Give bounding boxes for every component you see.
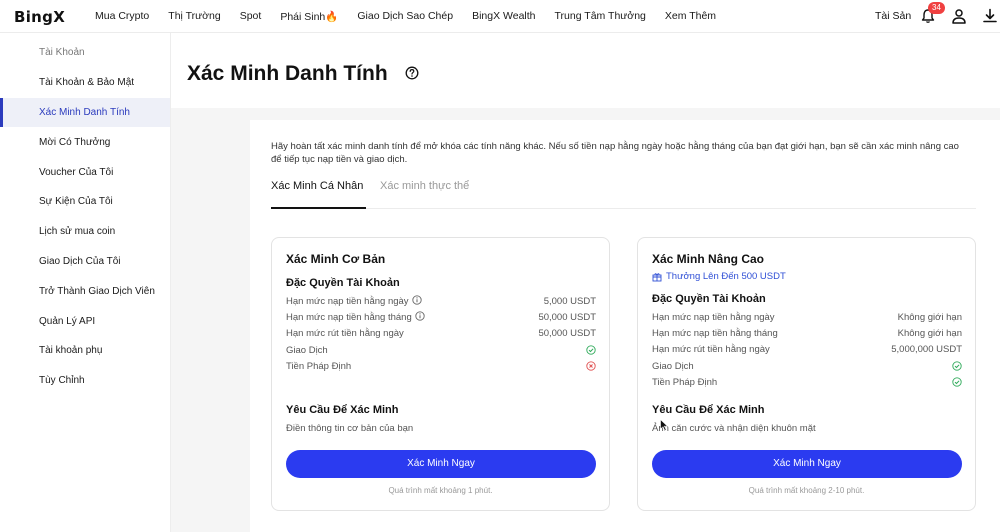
row-label: Hạn mức rút tiền hằng ngày	[652, 343, 770, 355]
user-icon[interactable]	[951, 8, 967, 24]
reward-badge: Thưởng Lên Đến 500 USDT	[652, 271, 786, 282]
row-value: 50,000 USDT	[538, 327, 596, 339]
page-title: Xác Minh Danh Tính	[187, 62, 388, 85]
advanced-requirements-title: Yêu Cầu Để Xác Minh	[652, 404, 765, 416]
row-label: Giao Dịch	[652, 360, 694, 372]
row-value: 50,000 USDT	[538, 311, 596, 323]
assets-link[interactable]: Tài Sản	[875, 10, 911, 22]
basic-row-monthly-deposit: Hạn mức nạp tiền hằng tháng 50,000 USDT	[286, 309, 596, 325]
sidebar-item-vouchers[interactable]: Voucher Của Tôi	[0, 158, 170, 187]
advanced-duration-note: Quá trình mất khoảng 2-10 phút.	[748, 486, 865, 495]
nav-copy-trading[interactable]: Giao Dịch Sao Chép	[357, 10, 453, 23]
nav-bingx-wealth[interactable]: BingX Wealth	[472, 10, 535, 23]
advanced-privileges-title: Đặc Quyền Tài Khoản	[652, 293, 766, 305]
verification-panel: Hãy hoàn tất xác minh danh tính để mở kh…	[250, 120, 1000, 532]
bingx-logo[interactable]: BingX	[14, 8, 65, 26]
advanced-card-title: Xác Minh Nâng Cao	[652, 252, 765, 266]
active-tab-indicator	[271, 207, 366, 209]
advanced-verify-now-button[interactable]: Xác Minh Ngay	[652, 450, 962, 478]
row-label: Hạn mức nạp tiền hằng tháng	[652, 327, 778, 339]
sidebar-item-account-security[interactable]: Tài Khoản & Bảo Mật	[0, 68, 170, 97]
basic-duration-note: Quá trình mất khoảng 1 phút.	[388, 486, 493, 495]
row-label: Hạn mức nạp tiền hằng ngày	[286, 296, 409, 307]
advanced-row-monthly-deposit: Hạn mức nạp tiền hằng tháng Không giới h…	[652, 325, 962, 341]
top-navbar: BingX Mua Crypto Thị Trường Spot Phái Si…	[0, 0, 1000, 33]
check-circle-icon	[952, 361, 962, 371]
notification-badge: 34	[928, 2, 945, 14]
sidebar-item-become-trader[interactable]: Trở Thành Giao Dịch Viên	[0, 277, 170, 306]
basic-verify-now-button[interactable]: Xác Minh Ngay	[286, 450, 596, 478]
basic-verification-card: Xác Minh Cơ Bản Đặc Quyền Tài Khoản Hạn …	[271, 237, 610, 511]
advanced-row-fiat: Tiền Pháp Định	[652, 374, 962, 390]
basic-row-fiat: Tiền Pháp Định	[286, 358, 596, 374]
row-value: 5,000,000 USDT	[891, 343, 962, 355]
nav-buy-crypto[interactable]: Mua Crypto	[95, 10, 149, 23]
basic-row-trading: Giao Dịch	[286, 342, 596, 358]
download-icon[interactable]	[982, 8, 998, 24]
gift-icon	[652, 272, 662, 281]
row-label: Hạn mức nạp tiền hằng tháng	[286, 312, 412, 323]
sidebar-item-api-management[interactable]: Quản Lý API	[0, 307, 170, 336]
info-icon[interactable]	[411, 295, 422, 305]
account-sidebar: Tài Khoản Tài Khoản & Bảo Mật Xác Minh D…	[0, 33, 171, 532]
row-value: Không giới hạn	[897, 311, 962, 323]
row-label: Hạn mức nạp tiền hằng ngày	[652, 311, 775, 323]
tab-entity[interactable]: Xác minh thực thể	[380, 180, 469, 192]
page-header: Xác Minh Danh Tính	[171, 33, 1000, 108]
sidebar-item-my-trades[interactable]: Giao Dịch Của Tôi	[0, 247, 170, 276]
tab-divider	[271, 208, 976, 209]
advanced-row-daily-withdrawal: Hạn mức rút tiền hằng ngày 5,000,000 USD…	[652, 341, 962, 357]
row-label: Tiền Pháp Định	[286, 360, 352, 372]
advanced-verification-card: Xác Minh Nâng Cao Thưởng Lên Đến 500 USD…	[637, 237, 976, 511]
sidebar-item-identity-verification[interactable]: Xác Minh Danh Tính	[0, 98, 170, 127]
sidebar-item-referral[interactable]: Mời Có Thưởng	[0, 128, 170, 157]
cross-circle-icon	[586, 361, 596, 371]
mouse-cursor-icon	[660, 419, 668, 431]
nav-markets[interactable]: Thị Trường	[168, 10, 220, 23]
info-icon[interactable]	[415, 311, 425, 321]
tab-individual[interactable]: Xác Minh Cá Nhân	[271, 180, 363, 192]
advanced-requirements-desc: Ảnh căn cước và nhận diện khuôn mặt	[652, 423, 816, 434]
row-label: Tiền Pháp Định	[652, 376, 718, 388]
basic-row-daily-withdrawal: Hạn mức rút tiền hằng ngày 50,000 USDT	[286, 325, 596, 341]
row-value: 5,000 USDT	[543, 295, 596, 307]
reward-text: Thưởng Lên Đến 500 USDT	[666, 271, 786, 282]
basic-row-daily-deposit: Hạn mức nạp tiền hằng ngày 5,000 USDT	[286, 293, 596, 309]
intro-text: Hãy hoàn tất xác minh danh tính để mở kh…	[271, 141, 959, 165]
nav-spot[interactable]: Spot	[240, 10, 262, 23]
main-menu: Mua Crypto Thị Trường Spot Phái Sinh🔥 Gi…	[95, 10, 735, 23]
sidebar-item-preferences[interactable]: Tùy Chỉnh	[0, 366, 170, 395]
check-circle-icon	[586, 345, 596, 355]
basic-privileges-title: Đặc Quyền Tài Khoản	[286, 277, 400, 289]
row-label: Hạn mức rút tiền hằng ngày	[286, 327, 404, 339]
sidebar-header: Tài Khoản	[39, 47, 85, 58]
sidebar-item-sub-accounts[interactable]: Tài khoản phụ	[0, 336, 170, 365]
sidebar-item-buy-history[interactable]: Lịch sử mua coin	[0, 217, 170, 246]
basic-card-title: Xác Minh Cơ Bản	[286, 252, 386, 266]
advanced-row-daily-deposit: Hạn mức nạp tiền hằng ngày Không giới hạ…	[652, 309, 962, 325]
row-value: Không giới hạn	[897, 327, 962, 339]
row-label: Giao Dịch	[286, 344, 328, 356]
basic-requirements-title: Yêu Cầu Để Xác Minh	[286, 404, 399, 416]
help-icon[interactable]	[405, 66, 419, 80]
sidebar-item-events[interactable]: Sự Kiện Của Tôi	[0, 187, 170, 216]
nav-more[interactable]: Xem Thêm	[665, 10, 716, 23]
nav-derivatives[interactable]: Phái Sinh🔥	[280, 10, 338, 23]
check-circle-icon	[952, 377, 962, 387]
advanced-row-trading: Giao Dịch	[652, 358, 962, 374]
nav-rewards-hub[interactable]: Trung Tâm Thưởng	[555, 10, 646, 23]
basic-requirements-desc: Điền thông tin cơ bản của bạn	[286, 423, 414, 434]
